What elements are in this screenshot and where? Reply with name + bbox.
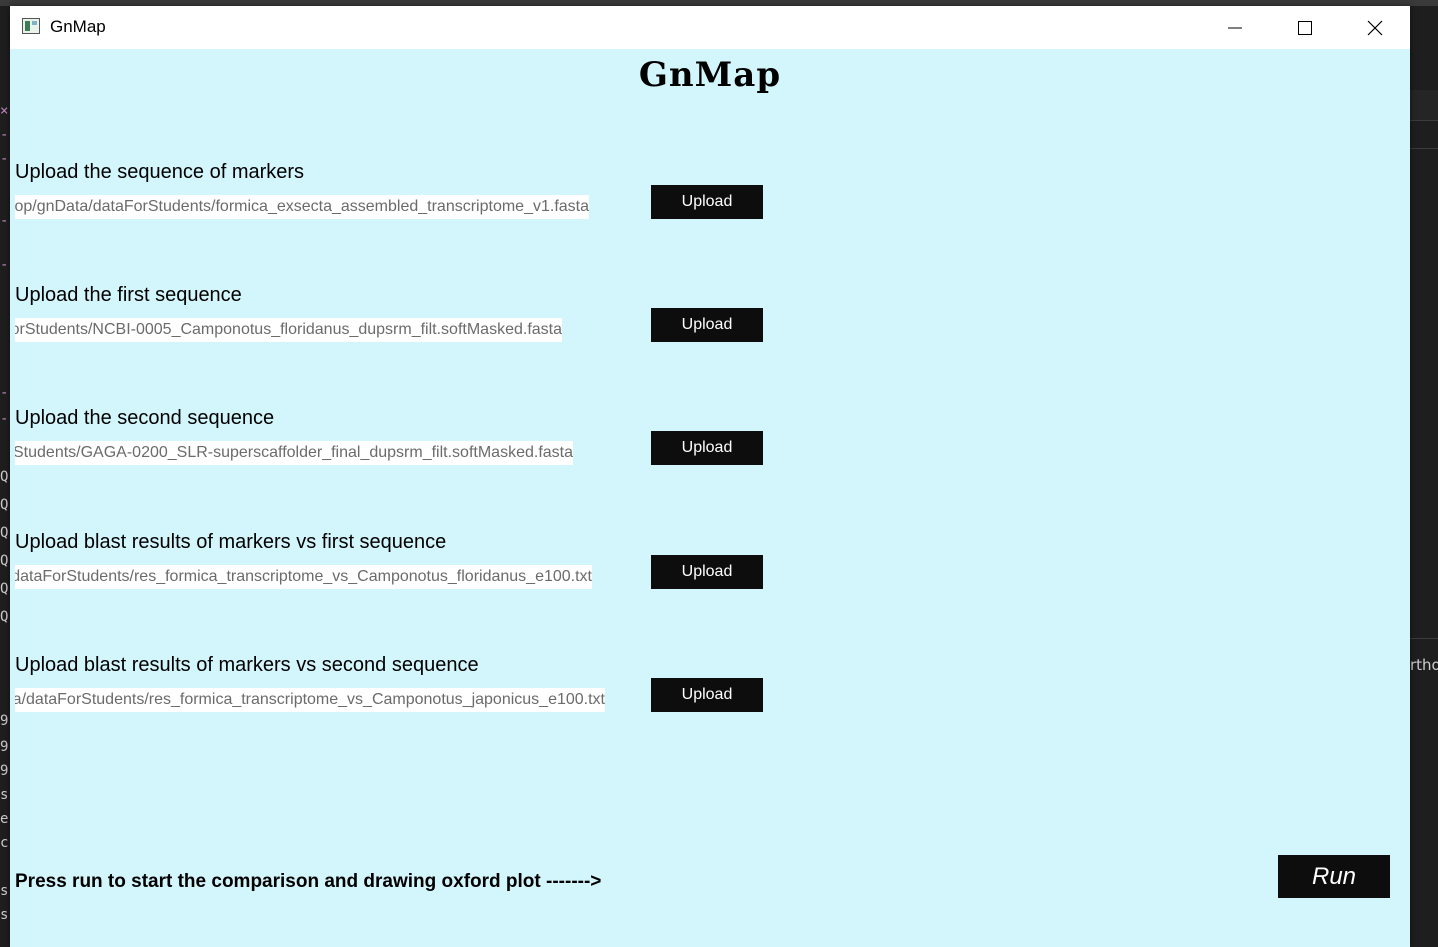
- background-divider: [1410, 120, 1438, 121]
- background-gutter-mark: -: [0, 152, 9, 166]
- app-window: GnMap GnMap Upload the sequence of marke…: [10, 6, 1410, 947]
- blast-second-path-text: a/dataForStudents/res_formica_transcript…: [15, 691, 605, 708]
- background-gutter-mark: s: [0, 788, 9, 802]
- upload-markers-button[interactable]: Upload: [651, 185, 763, 219]
- second-sequence-path-text: rStudents/GAGA-0200_SLR-superscaffolder_…: [15, 444, 573, 461]
- markers-sequence-path-text: top/gnData/dataForStudents/formica_exsec…: [15, 198, 589, 215]
- close-button[interactable]: [1340, 6, 1410, 49]
- close-icon: [1367, 20, 1383, 35]
- background-gutter-mark: Q: [0, 470, 9, 484]
- background-gutter-mark: Q: [0, 498, 9, 512]
- run-button[interactable]: Run: [1278, 855, 1390, 898]
- background-right-text: rthon: [1410, 656, 1438, 674]
- background-gutter-mark: -: [0, 412, 9, 426]
- background-gutter-mark: -: [0, 386, 9, 400]
- first-sequence-path-text: orStudents/NCBI-0005_Camponotus_floridan…: [15, 321, 562, 338]
- background-gutter-mark: Q: [0, 526, 9, 540]
- second-sequence-path-field[interactable]: rStudents/GAGA-0200_SLR-superscaffolder_…: [15, 441, 573, 465]
- second-sequence-label: Upload the second sequence: [15, 407, 275, 429]
- background-gutter-mark: Q: [0, 582, 9, 596]
- blast-first-label: Upload blast results of markers vs first…: [15, 531, 447, 553]
- background-gutter-mark: 9: [0, 740, 9, 754]
- blast-first-path-field[interactable]: dataForStudents/res_formica_transcriptom…: [15, 565, 592, 589]
- maximize-icon: [1298, 20, 1312, 35]
- background-gutter-mark: -: [0, 214, 9, 228]
- blast-first-path-text: dataForStudents/res_formica_transcriptom…: [15, 568, 592, 585]
- background-gutter-mark: s: [0, 908, 9, 922]
- background-gutter-mark: 9: [0, 764, 9, 778]
- run-hint: Press run to start the comparison and dr…: [15, 871, 602, 892]
- markers-sequence-label: Upload the sequence of markers: [15, 161, 305, 183]
- minimize-button[interactable]: [1200, 6, 1270, 49]
- upload-blast-first-button[interactable]: Upload: [651, 555, 763, 589]
- upload-first-sequence-button[interactable]: Upload: [651, 308, 763, 342]
- upload-second-sequence-button[interactable]: Upload: [651, 431, 763, 465]
- first-sequence-path-field[interactable]: orStudents/NCBI-0005_Camponotus_floridan…: [15, 318, 562, 342]
- app-heading: GnMap: [638, 55, 782, 95]
- blast-second-path-field[interactable]: a/dataForStudents/res_formica_transcript…: [15, 688, 605, 712]
- app-icon: [22, 18, 40, 34]
- blast-second-label: Upload blast results of markers vs secon…: [15, 654, 479, 676]
- background-gutter-mark: Q: [0, 610, 9, 624]
- background-gutter-mark: c: [0, 836, 9, 850]
- background-divider: [1410, 148, 1438, 149]
- main-panel: GnMap Upload the sequence of markers top…: [10, 49, 1410, 947]
- background-gutter-mark: Q: [0, 554, 9, 568]
- markers-sequence-path-field[interactable]: top/gnData/dataForStudents/formica_exsec…: [15, 195, 589, 219]
- background-gutter-mark: -: [0, 258, 9, 272]
- background-gutter-mark: e: [0, 812, 9, 826]
- title-bar[interactable]: GnMap: [10, 6, 1410, 49]
- background-gutter-mark: 9: [0, 714, 9, 728]
- background-right-panel: [1410, 90, 1438, 120]
- minimize-icon: [1228, 27, 1242, 28]
- background-divider: [1410, 638, 1438, 639]
- maximize-button[interactable]: [1270, 6, 1340, 49]
- first-sequence-label: Upload the first sequence: [15, 284, 242, 306]
- background-gutter-mark: ×: [0, 104, 9, 118]
- background-gutter-mark: -: [0, 128, 9, 142]
- window-title: GnMap: [50, 17, 106, 36]
- upload-blast-second-button[interactable]: Upload: [651, 678, 763, 712]
- background-gutter-mark: s: [0, 884, 9, 898]
